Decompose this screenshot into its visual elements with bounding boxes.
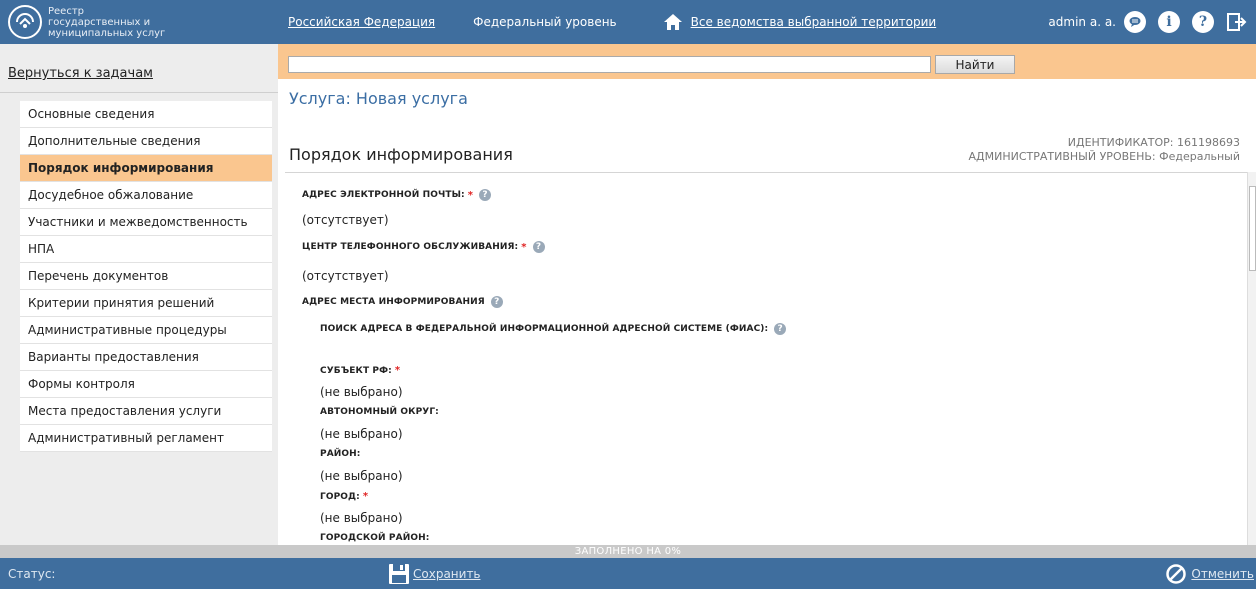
search-button[interactable]: Найти [935,55,1015,74]
sidebar-item-criteria[interactable]: Критерии принятия решений [20,290,272,317]
level-label[interactable]: Федеральный уровень [473,15,616,29]
cancel-button[interactable]: Отменить [1165,563,1254,585]
required-mark: * [467,189,474,201]
back-to-tasks-link[interactable]: Вернуться к задачам [8,66,153,81]
sidebar-menu: Основные сведения Дополнительные сведени… [20,101,272,452]
admin-level: АДМИНИСТРАТИВНЫЙ УРОВЕНЬ: Федеральный [968,150,1240,163]
sidebar-item-places[interactable]: Места предоставления услуги [20,398,272,425]
address-label: АДРЕС МЕСТА ИНФОРМИРОВАНИЯ ? [302,296,503,308]
identifier: ИДЕНТИФИКАТОР: 161198693 [1067,136,1240,149]
city-label-text: ГОРОД: [320,491,360,502]
cancel-label[interactable]: Отменить [1191,567,1254,581]
phone-label: ЦЕНТР ТЕЛЕФОННОГО ОБСЛУЖИВАНИЯ: * ? [302,241,545,253]
okrug-value[interactable]: (не выбрано) [320,427,403,441]
user-name[interactable]: admin a. a. [1048,15,1116,29]
city-district-label-text: ГОРОДСКОЙ РАЙОН: [320,533,430,543]
fias-label-text: ПОИСК АДРЕСА В ФЕДЕРАЛЬНОЙ ИНФОРМАЦИОННО… [320,324,769,334]
info-icon[interactable]: i [1158,11,1180,33]
save-button[interactable]: Сохранить [388,563,481,585]
brand-text: Реестр государственных и муниципальных у… [48,5,166,39]
required-mark: * [521,241,527,253]
divider [0,92,278,93]
search-bar: Найти [278,44,1256,79]
sidebar-item-participants[interactable]: Участники и межведомственность [20,209,272,236]
subject-label: СУБЪЕКТ РФ: * [320,365,400,376]
city-district-label: ГОРОДСКОЙ РАЙОН: [320,533,429,543]
footer: Статус: Сохранить Отменить [0,558,1256,589]
sidebar-item-variants[interactable]: Варианты предоставления [20,344,272,371]
help-icon[interactable]: ? [479,189,492,201]
subject-value[interactable]: (не выбрано) [320,385,403,399]
address-label-text: АДРЕС МЕСТА ИНФОРМИРОВАНИЯ [302,297,485,307]
sidebar-item-procedures[interactable]: Административные процедуры [20,317,272,344]
progress-text: ЗАПОЛНЕНО НА 0% [574,546,682,557]
brand[interactable]: Реестр государственных и муниципальных у… [0,0,278,44]
service-meta: ИДЕНТИФИКАТОР: 161198693 АДМИНИСТРАТИВНЫ… [969,136,1240,164]
email-label-text: АДРЕС ЭЛЕКТРОННОЙ ПОЧТЫ: [302,190,465,200]
sidebar-item-documents[interactable]: Перечень документов [20,263,272,290]
cancel-icon [1166,564,1187,584]
email-label: АДРЕС ЭЛЕКТРОННОЙ ПОЧТЫ: * ? [302,189,492,201]
sidebar-item-additional[interactable]: Дополнительные сведения [20,128,272,155]
email-value: (отсутствует) [302,213,389,227]
home-icon [663,14,682,30]
required-mark: * [362,491,369,502]
district-value[interactable]: (не выбрано) [320,469,403,483]
okrug-label: АВТОНОМНЫЙ ОКРУГ: [320,407,439,417]
logo-icon [8,5,42,39]
sidebar-item-basic[interactable]: Основные сведения [20,101,272,128]
city-value[interactable]: (не выбрано) [320,511,403,525]
form-content: АДРЕС ЭЛЕКТРОННОЙ ПОЧТЫ: * ? (отсутствуе… [285,173,1247,545]
help-icon[interactable]: ? [532,241,545,253]
logout-icon[interactable] [1226,11,1248,33]
sidebar-item-regulation[interactable]: Административный регламент [20,425,272,452]
sidebar-item-appeal[interactable]: Досудебное обжалование [20,182,272,209]
sidebar-item-control[interactable]: Формы контроля [20,371,272,398]
agencies-link[interactable]: Все ведомства выбранной территории [691,15,937,29]
subject-label-text: СУБЪЕКТ РФ: [320,365,392,376]
sidebar-item-informing[interactable]: Порядок информирования [20,155,272,182]
city-label: ГОРОД: * [320,491,368,502]
help-icon[interactable]: ? [1192,11,1214,33]
top-nav: Российская Федерация Федеральный уровень… [278,0,936,44]
district-label-text: РАЙОН: [320,449,361,459]
agencies-nav[interactable]: Все ведомства выбранной территории [663,12,937,32]
sidebar: Вернуться к задачам Основные сведения До… [0,44,278,545]
chat-icon[interactable] [1124,11,1146,33]
region-link[interactable]: Российская Федерация [288,15,435,29]
help-icon[interactable]: ? [774,323,787,335]
help-icon[interactable]: ? [490,296,503,308]
service-title: Услуга: Новая услуга [289,89,468,108]
fias-label: ПОИСК АДРЕСА В ФЕДЕРАЛЬНОЙ ИНФОРМАЦИОННО… [320,323,787,335]
phone-value: (отсутствует) [302,269,389,283]
required-mark: * [394,365,401,376]
scrollbar-thumb[interactable] [1249,186,1256,271]
phone-label-text: ЦЕНТР ТЕЛЕФОННОГО ОБСЛУЖИВАНИЯ: [302,242,519,252]
save-label[interactable]: Сохранить [413,567,481,581]
user-area: admin a. a. i ? [1048,0,1256,44]
save-icon [389,564,409,584]
section-title: Порядок информирования [289,145,513,164]
okrug-label-text: АВТОНОМНЫЙ ОКРУГ: [320,407,439,417]
search-input[interactable] [288,56,931,73]
district-label: РАЙОН: [320,449,360,459]
top-bar: Реестр государственных и муниципальных у… [0,0,1256,44]
sidebar-item-npa[interactable]: НПА [20,236,272,263]
status-label: Статус: [8,567,56,581]
fill-progress: ЗАПОЛНЕНО НА 0% [0,545,1256,558]
